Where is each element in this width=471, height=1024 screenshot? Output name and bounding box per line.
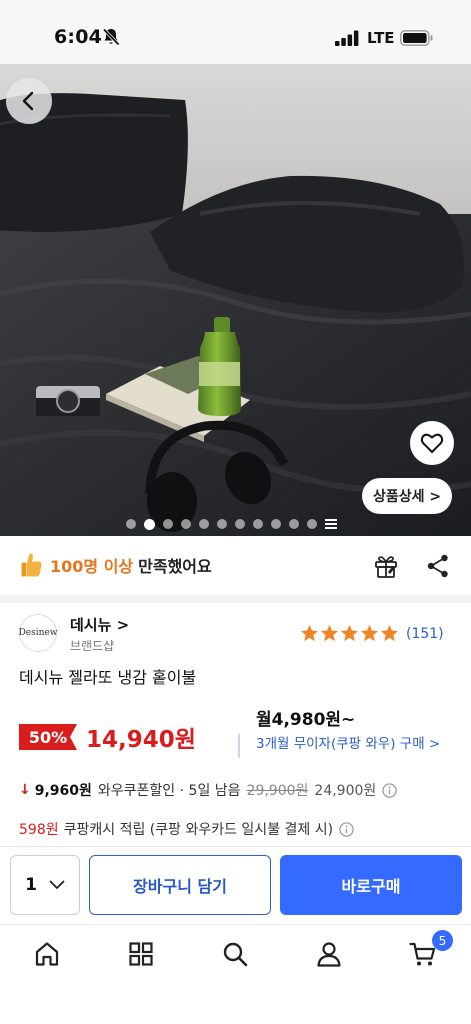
pagination-dot[interactable]: [271, 519, 281, 529]
satisfaction-banner: 100명 이상 만족했어요: [20, 550, 212, 580]
back-button[interactable]: [6, 78, 52, 124]
star-icon: [340, 624, 359, 642]
coupon-label: 와우쿠폰할인 · 5일 남음: [97, 783, 241, 799]
product-photo: [0, 64, 471, 536]
quantity-select[interactable]: 1: [10, 855, 80, 915]
base-price: 24,900원: [314, 783, 377, 799]
installment-link[interactable]: 3개월 무이자(쿠팡 와우) 구매 >: [256, 735, 456, 753]
price-down-arrow-icon: ↓: [19, 782, 31, 798]
pagination-dot[interactable]: [235, 519, 245, 529]
more-pages-icon[interactable]: [325, 519, 337, 529]
pagination-dot[interactable]: [126, 519, 136, 529]
profile-icon[interactable]: [315, 940, 343, 968]
star-icon: [320, 624, 339, 642]
brand-shop-link[interactable]: 데시뉴 >: [70, 614, 129, 635]
chevron-down-icon: [49, 880, 65, 889]
satisfaction-count: 100명 이상: [50, 557, 134, 576]
installment-divider: [238, 734, 240, 758]
cash-text: 쿠팡캐시 적립 (쿠팡 와우카드 일시불 결제 시): [63, 822, 334, 838]
pagination-dot[interactable]: [199, 519, 209, 529]
cart-count-badge: 5: [432, 930, 453, 951]
section-divider: [0, 595, 471, 603]
cash-reward-row: 598원 쿠팡캐시 적립 (쿠팡 와우카드 일시불 결제 시): [19, 819, 354, 839]
thumbs-up-icon: [21, 553, 42, 577]
quantity-value: 1: [25, 875, 37, 895]
monthly-price: 월4,980원~: [256, 710, 356, 730]
bottom-tab-bar: [0, 924, 471, 1024]
coupon-row: ↓ 9,960원 와우쿠폰할인 · 5일 남음 29,900원 24,900원: [19, 780, 397, 800]
bell-mute-icon: [102, 28, 120, 46]
discount-badge: 50%: [19, 724, 77, 750]
pagination-dot[interactable]: [181, 519, 191, 529]
image-pagination[interactable]: [126, 518, 337, 530]
network-type: LTE: [367, 29, 395, 47]
pagination-dot-active[interactable]: [144, 518, 155, 530]
info-icon[interactable]: [339, 821, 354, 837]
pagination-dot[interactable]: [253, 519, 263, 529]
info-icon[interactable]: [382, 782, 397, 798]
heart-icon: [420, 433, 444, 453]
chevron-left-icon: [22, 91, 34, 111]
star-icon: [380, 624, 399, 642]
share-icon[interactable]: [426, 553, 450, 579]
rating[interactable]: (151): [300, 624, 444, 643]
status-bar: 6:04 LTE: [0, 0, 471, 64]
satisfaction-text: 만족했어요: [138, 557, 212, 576]
pagination-dot[interactable]: [307, 519, 317, 529]
add-to-cart-button[interactable]: 장바구니 담기: [89, 855, 271, 915]
coupon-price: 9,960원: [34, 783, 92, 799]
cash-amount: 598원: [19, 822, 59, 838]
brand-shop-label: 브랜드샵: [70, 639, 115, 653]
category-grid-icon[interactable]: [127, 940, 155, 968]
buy-now-button[interactable]: 바로구매: [280, 855, 462, 915]
pagination-dot[interactable]: [163, 519, 173, 529]
star-icon: [360, 624, 379, 642]
product-detail-button[interactable]: 상품상세 >: [362, 478, 452, 514]
gift-icon[interactable]: [373, 553, 399, 579]
brand-logo[interactable]: Desinew: [19, 614, 57, 652]
pagination-dot[interactable]: [289, 519, 299, 529]
product-image[interactable]: [0, 64, 471, 536]
home-icon[interactable]: [33, 940, 61, 968]
original-price: 29,900원: [246, 783, 309, 799]
sale-price: 14,940원: [86, 727, 196, 753]
status-time: 6:04: [54, 26, 103, 48]
cellular-signal-icon: [335, 30, 359, 46]
pagination-dot[interactable]: [217, 519, 227, 529]
product-title: 데시뉴 젤라또 냉감 홑이불: [19, 668, 197, 687]
review-count-link[interactable]: (151): [406, 626, 444, 642]
star-icon: [300, 624, 319, 642]
battery-icon: [400, 30, 433, 46]
wishlist-button[interactable]: [410, 421, 454, 465]
search-icon[interactable]: [221, 940, 249, 968]
